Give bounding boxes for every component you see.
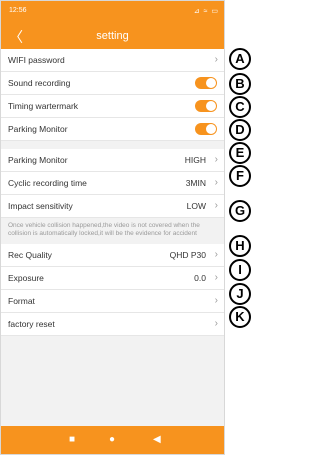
cyclic-recording-row[interactable]: Cyclic recording time 3MIN › (1, 172, 224, 195)
row-label: Sound recording (8, 78, 71, 88)
sound-recording-toggle[interactable] (195, 77, 217, 89)
row-value: LOW (186, 201, 206, 211)
parking-monitor-row[interactable]: Parking Monitor HIGH › (1, 149, 224, 172)
toggle-knob (206, 78, 216, 88)
callout-c: C (229, 96, 251, 118)
exposure-row[interactable]: Exposure 0.0 › (1, 267, 224, 290)
callout-g: G (229, 200, 251, 222)
chevron-right-icon: › (214, 272, 218, 283)
factory-reset-row[interactable]: factory reset › (1, 313, 224, 336)
row-label: Parking Monitor (8, 155, 68, 165)
toggle-knob (206, 101, 216, 111)
status-time: 12:56 (9, 7, 27, 14)
row-value: 0.0 (194, 273, 206, 283)
row-label: factory reset (8, 319, 55, 329)
row-label: Timing wartermark (8, 101, 79, 111)
status-bar: 12:56 ⊿ ≈ ▭ (9, 7, 219, 17)
callout-k: K (229, 306, 251, 328)
parking-monitor-toggle[interactable] (195, 123, 217, 135)
home-icon[interactable]: ● (109, 434, 115, 445)
callout-f: F (229, 165, 251, 187)
row-label: Rec Quality (8, 250, 52, 260)
chevron-right-icon: › (214, 154, 218, 165)
callout-i: I (229, 259, 251, 281)
chevron-right-icon: › (214, 295, 218, 306)
callout-h: H (229, 235, 251, 257)
row-value: 3MIN (185, 178, 206, 188)
app-header: 12:56 ⊿ ≈ ▭ 〈 setting (1, 1, 224, 49)
parking-monitor-switch-row: Parking Monitor (1, 118, 224, 141)
wifi-password-row[interactable]: WIFI password › (1, 49, 224, 72)
row-label: Exposure (8, 273, 44, 283)
section-gap (1, 141, 224, 149)
impact-note: Once vehicle collision happened,the vide… (1, 218, 224, 244)
row-value: QHD P30 (169, 250, 206, 260)
chevron-right-icon: › (214, 318, 218, 329)
row-label: Format (8, 296, 35, 306)
row-label: Parking Monitor (8, 124, 68, 134)
format-row[interactable]: Format › (1, 290, 224, 313)
rec-quality-row[interactable]: Rec Quality QHD P30 › (1, 244, 224, 267)
row-label: WIFI password (8, 55, 65, 65)
callout-j: J (229, 283, 251, 305)
callout-e: E (229, 142, 251, 164)
callout-d: D (229, 119, 251, 141)
row-label: Impact sensitivity (8, 201, 73, 211)
status-icons: ⊿ ≈ ▭ (193, 8, 219, 15)
settings-list: WIFI password › Sound recording Timing w… (1, 49, 224, 336)
chevron-right-icon: › (214, 54, 218, 65)
recent-apps-icon[interactable]: ■ (69, 434, 75, 445)
phone-screen: 12:56 ⊿ ≈ ▭ 〈 setting WIFI password › So… (0, 0, 225, 455)
row-value: HIGH (184, 155, 206, 165)
sound-recording-row: Sound recording (1, 72, 224, 95)
page-title: setting (96, 30, 129, 42)
timing-watermark-toggle[interactable] (195, 100, 217, 112)
android-nav-bar: ■ ● ◀ (1, 426, 224, 454)
timing-watermark-row: Timing wartermark (1, 95, 224, 118)
impact-sensitivity-row[interactable]: Impact sensitivity LOW › (1, 195, 224, 218)
row-label: Cyclic recording time (8, 178, 87, 188)
callout-b: B (229, 73, 251, 95)
back-nav-icon[interactable]: ◀ (153, 434, 161, 445)
chevron-right-icon: › (214, 177, 218, 188)
chevron-right-icon: › (214, 200, 218, 211)
chevron-right-icon: › (214, 249, 218, 260)
callout-a: A (229, 48, 251, 70)
toggle-knob (206, 124, 216, 134)
